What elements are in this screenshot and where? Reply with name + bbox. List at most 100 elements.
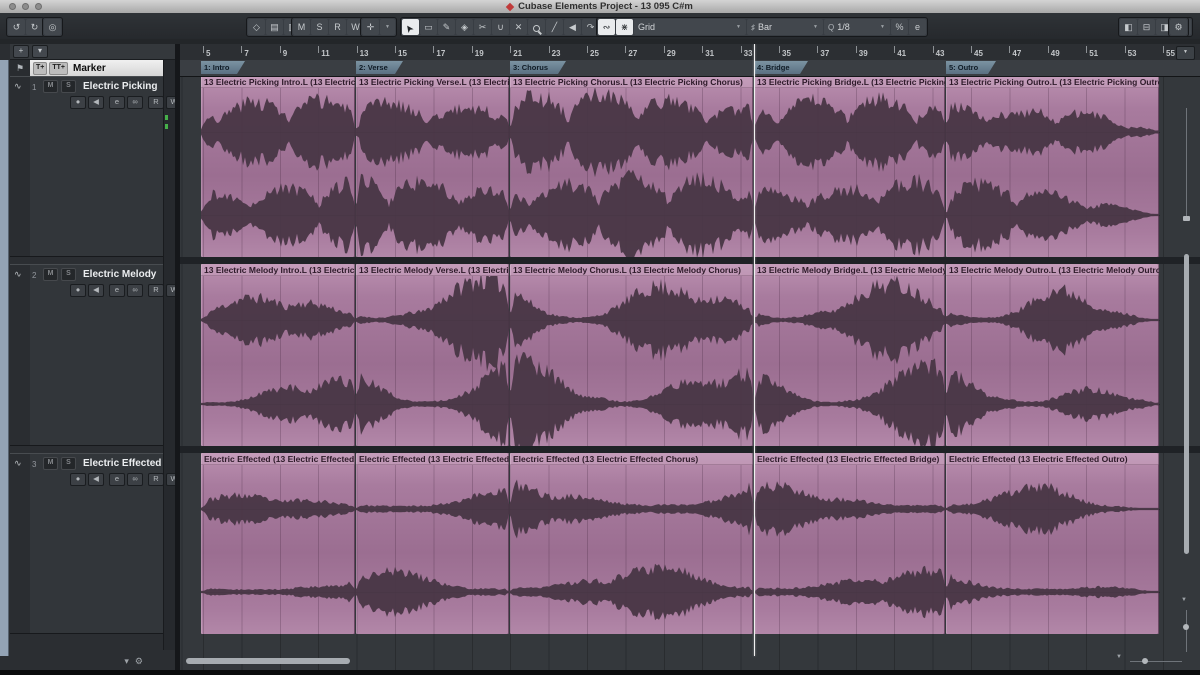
audio-region[interactable]: 13 Electric Melody Intro.L (13 Electric …	[201, 264, 355, 446]
activate-project-button[interactable]: ◇	[248, 19, 265, 35]
undo-button[interactable]: ↺	[8, 19, 25, 35]
audio-region[interactable]: 13 Electric Melody Bridge.L (13 Electric…	[754, 264, 945, 446]
ruler-bar-number: 45	[974, 49, 983, 58]
global-mute-button[interactable]: M	[293, 19, 310, 35]
marker-flag[interactable]: 2: Verse	[356, 61, 403, 74]
monitor-button[interactable]: ◀	[88, 96, 104, 109]
track-solo-button[interactable]: S	[61, 457, 76, 470]
add-marker-button[interactable]: T+	[33, 62, 47, 75]
grid-type-dropdown[interactable]: Grid ▼	[634, 19, 746, 35]
track-list-settings-button[interactable]: ⚙	[135, 656, 143, 667]
grid-value-dropdown[interactable]: ♯ Bar ▼	[747, 19, 823, 35]
redo-button[interactable]: ↻	[26, 19, 43, 35]
track-list-collapse-button[interactable]: ▾	[124, 656, 129, 667]
ruler-bar-number: 35	[782, 49, 791, 58]
audio-region[interactable]: Electric Effected (13 Electric Effected …	[946, 453, 1159, 634]
lower-zone-toggle[interactable]: ⊟	[1138, 19, 1155, 35]
vertical-scrollbar[interactable]	[1184, 254, 1189, 554]
snap-toggle-button[interactable]: ∾	[598, 19, 615, 35]
snap-type-button[interactable]: ⋇	[616, 19, 633, 35]
add-cycle-marker-button[interactable]: TT+	[49, 62, 68, 75]
audio-region[interactable]: 13 Electric Picking Intro.L (13 Electric…	[201, 76, 355, 257]
edit-channel-button[interactable]: e	[109, 284, 125, 297]
monitor-button[interactable]: ◀	[88, 284, 104, 297]
waveform-zoom-handle[interactable]	[1183, 624, 1189, 630]
freeze-button[interactable]: ∞	[127, 473, 143, 486]
ruler-bar-number: 15	[398, 49, 407, 58]
audio-region[interactable]: 13 Electric Melody Outro.L (13 Electric …	[946, 264, 1159, 446]
iterative-quantize-button[interactable]: %	[891, 19, 908, 35]
record-arm-button[interactable]: ●	[70, 96, 86, 109]
freeze-button[interactable]: ∞	[127, 96, 143, 109]
track-control-line: ●◀e∞RW	[70, 473, 185, 486]
track-solo-button[interactable]: S	[61, 80, 76, 93]
project-main: + ▾ ⚑ T+ TT+ Marker ∿1MSElectric Picking…	[0, 44, 1200, 670]
draw-tool[interactable]: ✎	[438, 19, 455, 35]
track-mute-button[interactable]: M	[43, 457, 58, 470]
track-mute-button[interactable]: M	[43, 268, 58, 281]
playhead-cursor[interactable]	[754, 44, 755, 656]
track-row-1[interactable]: ∿1MSElectric Picking●◀e∞RW	[10, 76, 163, 257]
waveform-zoom-menu-button[interactable]: ▼	[1181, 597, 1187, 603]
audio-region[interactable]: Electric Effected (13 Electric Effected …	[754, 453, 945, 634]
horizontal-scrollbar[interactable]	[186, 658, 350, 664]
line-tool[interactable]: ╱	[546, 19, 563, 35]
edit-channel-button[interactable]: e	[109, 473, 125, 486]
marker-flag[interactable]: 3: Chorus	[510, 61, 566, 74]
global-solo-button[interactable]: S	[311, 19, 328, 35]
glue-tool[interactable]: ∪	[492, 19, 509, 35]
horizontal-zoom-slider[interactable]	[1130, 661, 1182, 662]
audio-region[interactable]: Electric Effected (13 Electric Effected …	[510, 453, 753, 634]
track-mute-button[interactable]: M	[43, 80, 58, 93]
ruler-options-button[interactable]: ▼	[1176, 46, 1195, 60]
edit-channel-button[interactable]: e	[109, 96, 125, 109]
constrain-delay-compensation-button[interactable]: ◎	[44, 19, 61, 35]
audio-region[interactable]: 13 Electric Picking Outro.L (13 Electric…	[946, 76, 1159, 257]
vertical-zoom-slider[interactable]	[1186, 108, 1187, 220]
erase-tool[interactable]: ◈	[456, 19, 473, 35]
monitor-button[interactable]: ◀	[88, 473, 104, 486]
audio-region[interactable]: 13 Electric Picking Verse.L (13 Electric…	[356, 76, 509, 257]
track-solo-button[interactable]: S	[61, 268, 76, 281]
autoscroll-dropdown[interactable]: ▼	[380, 19, 395, 35]
open-quantize-panel-button[interactable]: e	[909, 19, 926, 35]
marker-flag[interactable]: 4: Bridge	[754, 61, 808, 74]
left-zone-toggle[interactable]: ◧	[1120, 19, 1137, 35]
audio-region[interactable]: 13 Electric Picking Chorus.L (13 Electri…	[510, 76, 753, 257]
audio-region[interactable]: 13 Electric Picking Bridge.L (13 Electri…	[754, 76, 945, 257]
automation-read-button[interactable]: R	[148, 473, 164, 486]
autoscroll-button[interactable]: ✛	[362, 19, 379, 35]
add-track-button[interactable]: +	[13, 45, 29, 58]
zoom-tool[interactable]	[528, 19, 545, 35]
marker-flag[interactable]: 5: Outro	[946, 61, 996, 74]
waveform-zoom-slider[interactable]	[1186, 610, 1187, 652]
mute-tool[interactable]: ✕	[510, 19, 527, 35]
play-tool[interactable]: ◀	[564, 19, 581, 35]
split-tool[interactable]: ✂	[474, 19, 491, 35]
global-automation-read-button[interactable]: R	[329, 19, 346, 35]
toolbar-setup-button[interactable]: ⚙	[1170, 19, 1187, 35]
open-pool-button[interactable]: ▤	[266, 19, 283, 35]
freeze-button[interactable]: ∞	[127, 284, 143, 297]
audio-region[interactable]: 13 Electric Melody Verse.L (13 Electric …	[356, 264, 509, 446]
automation-read-button[interactable]: R	[148, 284, 164, 297]
audio-region[interactable]: Electric Effected (13 Electric Effected …	[201, 453, 355, 634]
audio-region[interactable]: 13 Electric Melody Chorus.L (13 Electric…	[510, 264, 753, 446]
automation-read-button[interactable]: R	[148, 96, 164, 109]
marker-lane[interactable]: 1: Intro 2: Verse 3: Chorus 4: Bridge 5: Out…	[180, 60, 1200, 77]
vertical-zoom-handle[interactable]	[1183, 216, 1190, 221]
record-arm-button[interactable]: ●	[70, 473, 86, 486]
object-selection-tool[interactable]: ➤	[402, 19, 419, 35]
marker-track-row[interactable]: ⚑ T+ TT+ Marker	[10, 60, 163, 76]
ruler[interactable]: 5791113151719212325272931333537394143454…	[180, 44, 1200, 61]
audio-region[interactable]: Electric Effected (13 Electric Effected …	[356, 453, 509, 634]
horizontal-zoom-menu-button[interactable]: ▼	[1116, 654, 1122, 660]
range-selection-tool[interactable]: ▭	[420, 19, 437, 35]
horizontal-zoom-handle[interactable]	[1142, 658, 1148, 664]
marker-flag[interactable]: 1: Intro	[201, 61, 245, 74]
track-row-2[interactable]: ∿2MSElectric Melody●◀e∞RW	[10, 264, 163, 446]
record-arm-button[interactable]: ●	[70, 284, 86, 297]
track-row-3[interactable]: ∿3MSElectric Effected●◀e∞RW	[10, 453, 163, 634]
track-list-options-button[interactable]: ▾	[32, 45, 48, 58]
quantize-dropdown[interactable]: Q 1/8 ▼	[824, 19, 890, 35]
